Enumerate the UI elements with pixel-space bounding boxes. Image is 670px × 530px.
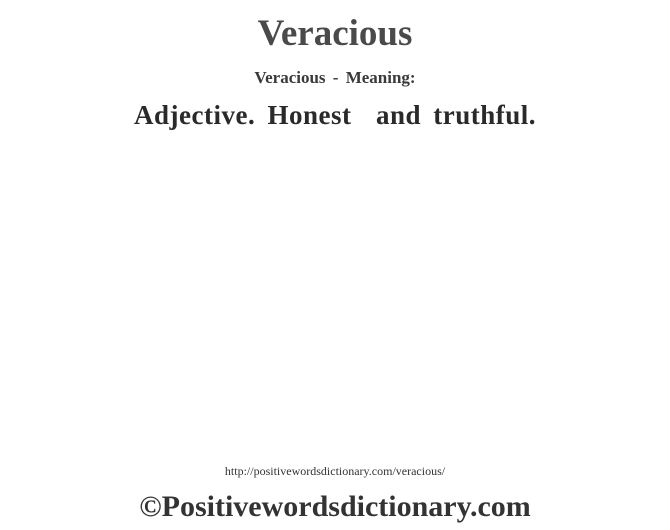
page-title: Veracious (257, 13, 413, 54)
meaning-subtitle: Veracious - Meaning: (254, 68, 416, 87)
definition-text: Adjective. Honest and truthful. (134, 100, 536, 130)
page-url: http://positivewordsdictionary.com/verac… (224, 464, 446, 478)
copyright-watermark: ©Positivewordsdictionary.com (139, 490, 531, 523)
